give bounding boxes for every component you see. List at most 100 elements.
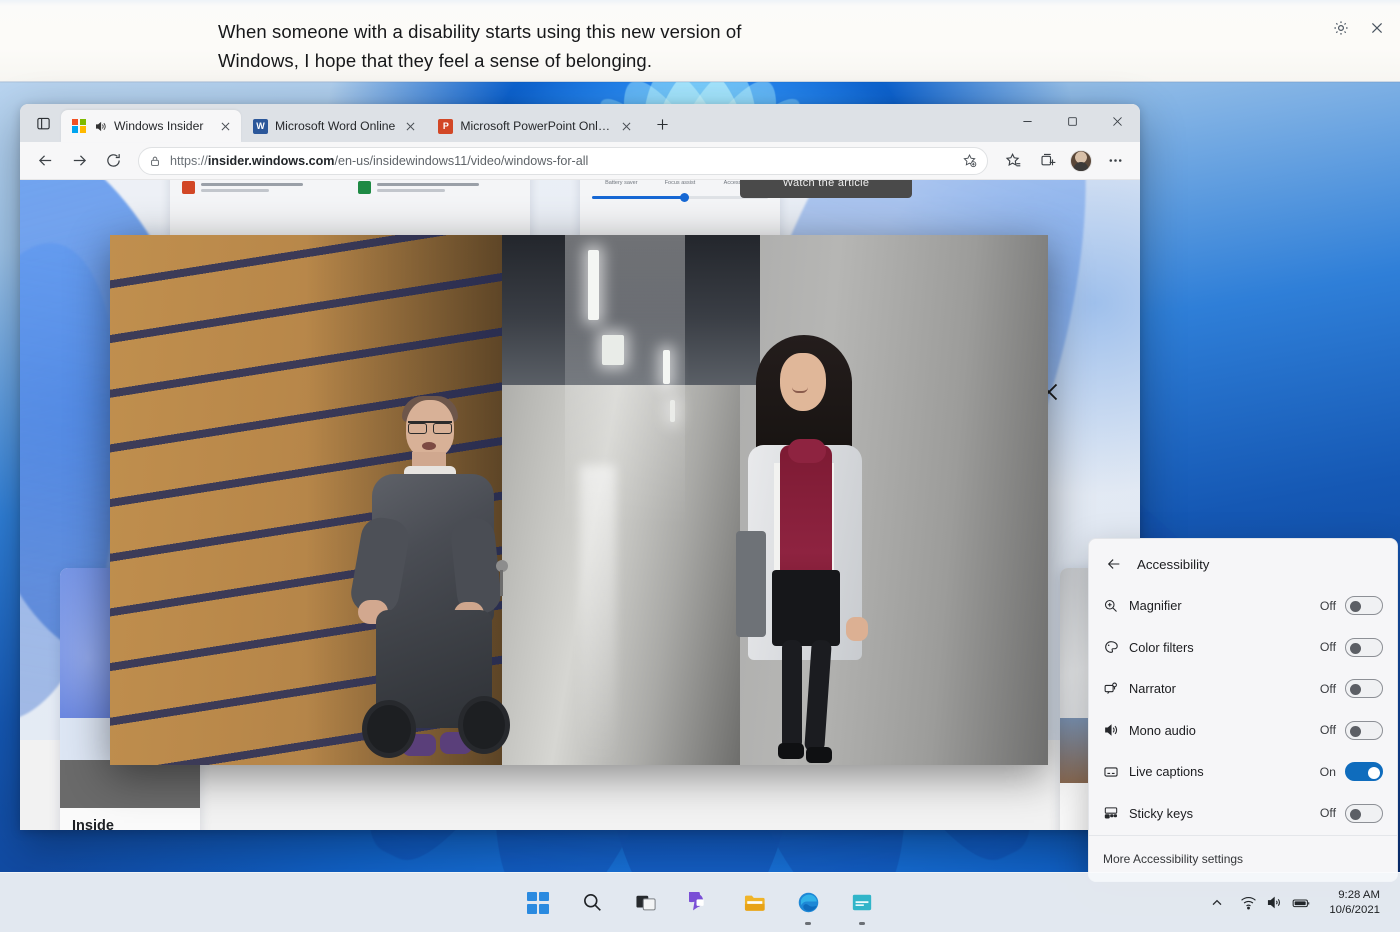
accessibility-state: Off xyxy=(1319,723,1336,738)
accessibility-state: Off xyxy=(1319,806,1336,821)
address-bar[interactable]: https://insider.windows.com/en-us/inside… xyxy=(138,146,988,175)
avatar xyxy=(1070,149,1092,172)
accessibility-label: Sticky keys xyxy=(1129,805,1193,821)
window-controls xyxy=(1005,104,1140,142)
folder-icon xyxy=(743,892,766,913)
url-scheme: https:// xyxy=(170,153,208,168)
clock-time: 9:28 AM xyxy=(1338,888,1380,901)
taskbar-system-tray: 9:28 AM 10/6/2021 xyxy=(1204,884,1390,922)
collections-icon[interactable] xyxy=(1032,146,1062,176)
live-captions-window-buttons xyxy=(1326,13,1392,43)
color-filters-toggle[interactable] xyxy=(1345,637,1383,657)
powerpoint-icon-letter: P xyxy=(438,118,454,134)
accessibility-row-mono-audio[interactable]: Mono audio Off xyxy=(1103,710,1383,752)
accessibility-state: Off xyxy=(1319,640,1336,655)
mono-audio-icon xyxy=(1103,722,1129,738)
file-explorer-button[interactable] xyxy=(734,883,774,923)
edge-button[interactable] xyxy=(788,883,828,923)
accessibility-state: Off xyxy=(1319,598,1336,613)
app-icon xyxy=(182,181,195,194)
accessibility-options-list: Magnifier Off Color filters Off Narrator… xyxy=(1089,585,1397,834)
taskbar: 9:28 AM 10/6/2021 xyxy=(0,872,1400,932)
floor-reflection xyxy=(580,465,616,765)
live-captions-window: When someone with a disability starts us… xyxy=(0,0,1400,82)
new-tab-button[interactable] xyxy=(648,110,676,138)
more-settings-icon[interactable] xyxy=(1100,146,1130,176)
mock-app-item xyxy=(182,181,342,194)
mock-quick-setting-label: Focus assist xyxy=(664,180,696,186)
start-menu-mock-image: Recommended More xyxy=(170,180,530,240)
person-walking xyxy=(730,335,880,765)
task-view-button[interactable] xyxy=(626,883,666,923)
windows-logo-icon xyxy=(527,891,549,914)
close-icon[interactable] xyxy=(217,118,233,134)
settings-app-icon xyxy=(851,892,873,913)
site-info-lock-icon[interactable] xyxy=(149,155,161,167)
maximize-button[interactable] xyxy=(1050,104,1095,138)
close-icon[interactable] xyxy=(618,118,634,134)
close-button[interactable] xyxy=(1095,104,1140,138)
show-hidden-icons-chevron[interactable] xyxy=(1204,886,1230,920)
tab-search-icon[interactable] xyxy=(28,108,58,138)
close-icon[interactable] xyxy=(402,118,418,134)
mock-quick-setting: ⏻ Battery saver xyxy=(598,180,644,186)
accessibility-row-color-filters[interactable]: Color filters Off xyxy=(1103,627,1383,669)
search-button[interactable] xyxy=(572,883,612,923)
person-in-wheelchair xyxy=(348,396,530,765)
card-title: Inside xyxy=(72,818,114,830)
forward-arrow-icon[interactable] xyxy=(64,146,94,176)
magnifier-toggle[interactable] xyxy=(1345,596,1383,616)
more-accessibility-settings-link[interactable]: More Accessibility settings xyxy=(1103,852,1243,866)
refresh-icon[interactable] xyxy=(98,146,128,176)
screen: When someone with a disability starts us… xyxy=(0,0,1400,932)
address-bar-actions xyxy=(962,153,977,168)
start-button[interactable] xyxy=(518,883,558,923)
settings-button[interactable] xyxy=(842,883,882,923)
back-arrow-icon[interactable] xyxy=(30,146,60,176)
video-player-overlay[interactable] xyxy=(110,235,1048,765)
narrator-icon xyxy=(1103,681,1129,697)
wifi-icon xyxy=(1240,895,1257,910)
accessibility-row-live-captions[interactable]: Live captions On xyxy=(1103,751,1383,793)
tab-title: Microsoft PowerPoint Online xyxy=(460,119,612,133)
browser-tab-microsoft-word-online[interactable]: W Microsoft Word Online xyxy=(242,110,426,142)
ceiling-light xyxy=(663,350,670,384)
tray-status-icons[interactable] xyxy=(1230,889,1321,916)
flyout-header: Accessibility xyxy=(1089,539,1397,585)
ceiling-light xyxy=(670,400,675,422)
accessibility-row-magnifier[interactable]: Magnifier Off xyxy=(1103,585,1383,627)
browser-tab-microsoft-powerpoint-online[interactable]: P Microsoft PowerPoint Online xyxy=(427,110,642,142)
profile-avatar-icon[interactable] xyxy=(1066,146,1096,176)
speaker-playing-icon[interactable] xyxy=(94,120,107,133)
narrator-toggle[interactable] xyxy=(1345,679,1383,699)
accessibility-state: Off xyxy=(1319,681,1336,696)
add-favorite-star-icon[interactable] xyxy=(962,153,977,168)
chat-teams-icon xyxy=(689,891,711,914)
live-caption-text: When someone with a disability starts us… xyxy=(218,21,742,71)
search-icon xyxy=(582,892,603,913)
minimize-button[interactable] xyxy=(1005,104,1050,138)
gear-icon[interactable] xyxy=(1326,13,1356,43)
flyout-title: Accessibility xyxy=(1137,556,1210,572)
clock-and-date[interactable]: 9:28 AM 10/6/2021 xyxy=(1321,884,1390,922)
live-captions-icon xyxy=(1103,764,1129,780)
accessibility-row-narrator[interactable]: Narrator Off xyxy=(1103,668,1383,710)
magnifier-icon xyxy=(1103,598,1129,614)
page-cta-button[interactable]: Watch the article xyxy=(740,180,912,198)
color-filters-icon xyxy=(1103,639,1129,655)
ceiling-light xyxy=(588,250,599,320)
close-icon[interactable] xyxy=(1362,13,1392,43)
browser-tab-windows-insider[interactable]: Windows Insider xyxy=(61,110,241,142)
sticky-keys-icon xyxy=(1103,805,1129,821)
volume-icon xyxy=(1266,895,1283,910)
address-bar-url: https://insider.windows.com/en-us/inside… xyxy=(170,154,588,168)
chat-button[interactable] xyxy=(680,883,720,923)
live-captions-toggle[interactable] xyxy=(1345,762,1383,782)
back-arrow-icon[interactable] xyxy=(1103,553,1125,575)
favorites-hub-icon[interactable] xyxy=(998,146,1028,176)
sticky-keys-toggle[interactable] xyxy=(1345,803,1383,823)
mono-audio-toggle[interactable] xyxy=(1345,720,1383,740)
battery-icon xyxy=(1292,896,1311,910)
mock-quick-setting: ☾ Focus assist xyxy=(657,180,703,186)
accessibility-row-sticky-keys[interactable]: Sticky keys Off xyxy=(1103,793,1383,835)
